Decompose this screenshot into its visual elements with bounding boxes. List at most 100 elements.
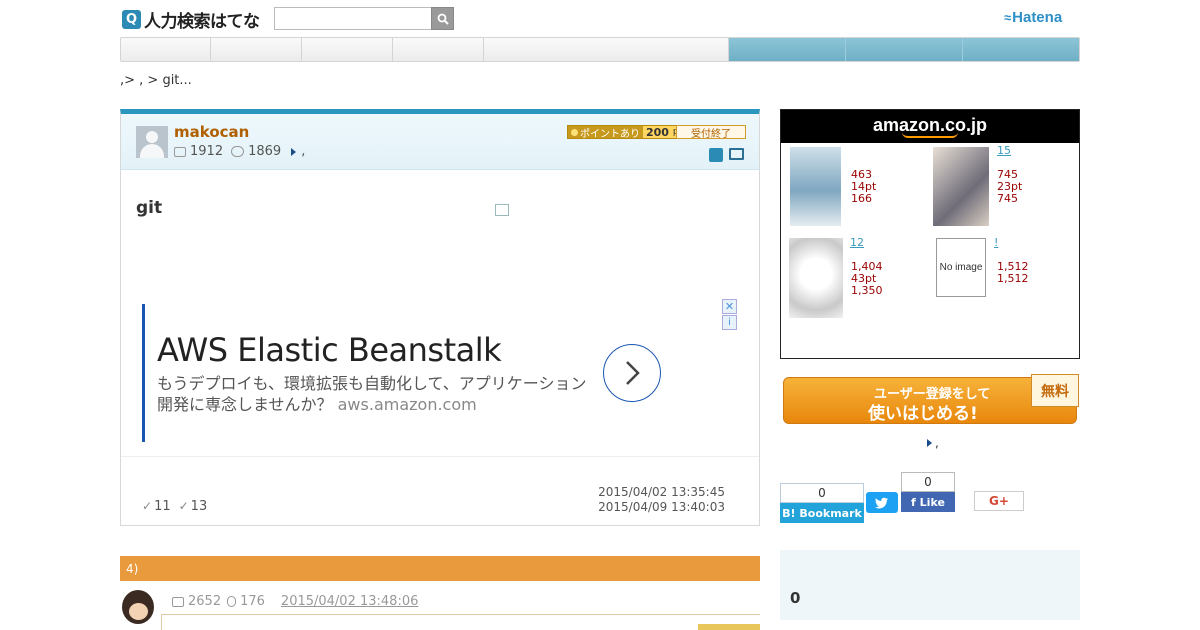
like-count: 0 bbox=[901, 472, 955, 492]
stat-answers: 1869 bbox=[248, 144, 282, 159]
answer-date[interactable]: 2015/04/02 13:48:06 bbox=[281, 594, 418, 609]
nav-tab-2[interactable] bbox=[211, 38, 302, 61]
speech-icon bbox=[174, 146, 186, 157]
hatena-bookmark-button[interactable]: 0 B! Bookmark bbox=[780, 483, 864, 523]
product-2-used: 745 bbox=[997, 192, 1018, 205]
answer-point-badge bbox=[698, 624, 760, 630]
answer-stat-a: 176 bbox=[240, 594, 265, 609]
hatena-brand-link[interactable]: ≈ Hatena bbox=[1004, 9, 1062, 26]
coin-icon bbox=[571, 128, 578, 136]
ad-headline[interactable]: AWS Elastic Beanstalk bbox=[157, 331, 502, 369]
point-value: 200 bbox=[646, 125, 669, 139]
side-panel-value: 0 bbox=[790, 589, 801, 607]
signup-button[interactable]: ユーザー登録をして 使いはじめる! 無料 bbox=[783, 374, 1079, 424]
answers-header: 4) bbox=[120, 556, 760, 581]
ad-body: もうデプロイも、環境拡張も自動化して、アプリケーション開発に専念しませんか？ a… bbox=[157, 373, 587, 415]
question-username[interactable]: makocan bbox=[174, 123, 249, 141]
answer-meta: 2652 176 2015/04/02 13:48:06 bbox=[172, 594, 418, 609]
like-label: f Like bbox=[901, 492, 955, 512]
product-2: 15 745 23pt 745 bbox=[994, 145, 1022, 205]
stat-questions: 1912 bbox=[190, 144, 224, 159]
check-icon: ✓ bbox=[142, 499, 153, 513]
user-stats: 1912 1869 , bbox=[174, 144, 305, 159]
product-4: ! 1,512 1,512 bbox=[994, 237, 1038, 285]
ribbon-icon bbox=[227, 596, 237, 607]
nav-tab-7[interactable] bbox=[846, 38, 963, 61]
closed-date: 2015/04/09 13:40:03 bbox=[598, 500, 725, 514]
report-icon[interactable] bbox=[495, 204, 509, 216]
nav-tab-5[interactable] bbox=[484, 38, 729, 61]
question-q-icon[interactable] bbox=[709, 148, 723, 162]
answer-avatar[interactable] bbox=[122, 590, 154, 624]
point-badge: ポイントあり 200 pt bbox=[567, 125, 687, 140]
signup-line2: 使いはじめる! bbox=[868, 404, 978, 424]
amazon-logo[interactable]: amazon.co.jp bbox=[781, 110, 1079, 143]
answer-box bbox=[161, 614, 760, 630]
nav-tab-6[interactable] bbox=[729, 38, 846, 61]
question-dates: 2015/04/02 13:35:45 2015/04/09 13:40:03 bbox=[598, 485, 725, 515]
free-badge: 無料 bbox=[1031, 374, 1079, 407]
product-1-used: 166 bbox=[851, 192, 872, 205]
amazon-smile-icon bbox=[902, 132, 958, 138]
divider bbox=[121, 456, 759, 457]
product-4-used: 1,512 bbox=[997, 272, 1029, 285]
question-counts: ✓ 11 ✓ 13 bbox=[142, 499, 207, 514]
count-a: 11 bbox=[154, 499, 171, 514]
product-3: 12 1,404 43pt 1,350 bbox=[848, 237, 883, 297]
bookmark-count: 0 bbox=[780, 483, 864, 503]
logo-text: 人力検索はてな bbox=[144, 11, 260, 32]
bookmark-label: B! Bookmark bbox=[780, 503, 864, 523]
question-header: makocan 1912 1869 , ポイントあり 200 pt 受付終了 bbox=[121, 114, 759, 170]
google-plus-button[interactable]: G+ bbox=[974, 491, 1024, 511]
nav-tab-8[interactable] bbox=[963, 38, 1079, 61]
product-4-link[interactable]: ! bbox=[994, 237, 1038, 249]
arrow-right-icon bbox=[927, 439, 932, 447]
check-icon: ✓ bbox=[178, 499, 189, 513]
product-image-4[interactable]: No image bbox=[936, 238, 986, 297]
side-panel: 0 bbox=[780, 550, 1080, 620]
search-button[interactable] bbox=[431, 7, 454, 30]
site-logo[interactable]: Q 人力検索はてな bbox=[122, 8, 260, 32]
speech-icon bbox=[172, 596, 184, 607]
search-input[interactable] bbox=[274, 7, 432, 30]
nav-tab-1[interactable] bbox=[121, 38, 211, 61]
nav-tab-3[interactable] bbox=[302, 38, 393, 61]
ad-arrow-button[interactable] bbox=[603, 344, 661, 402]
question-box: makocan 1912 1869 , ポイントあり 200 pt 受付終了 g… bbox=[120, 109, 760, 526]
product-1: 463 14pt 166 bbox=[851, 169, 876, 205]
product-2-link[interactable]: 15 bbox=[997, 145, 1022, 157]
product-3-used: 1,350 bbox=[851, 284, 883, 297]
question-title: git bbox=[136, 198, 163, 218]
product-3-link[interactable]: 12 bbox=[850, 237, 883, 249]
side-link-text: , bbox=[935, 436, 939, 450]
product-image-1[interactable] bbox=[790, 147, 841, 226]
ad-info-icon[interactable]: i bbox=[722, 315, 737, 330]
ad-close-icon[interactable]: ✕ bbox=[722, 299, 737, 314]
ad-url[interactable]: aws.amazon.com bbox=[338, 395, 477, 414]
product-image-2[interactable] bbox=[933, 147, 989, 226]
monitor-icon[interactable] bbox=[729, 148, 744, 160]
breadcrumb[interactable]: ,> , > git... bbox=[120, 73, 192, 88]
status-badge: 受付終了 bbox=[676, 125, 746, 140]
count-b: 13 bbox=[190, 499, 208, 514]
stat-tail[interactable]: , bbox=[301, 144, 305, 159]
arrow-right-icon bbox=[291, 147, 297, 156]
search-icon bbox=[437, 13, 449, 25]
twitter-icon bbox=[875, 497, 888, 508]
nav-tab-4[interactable] bbox=[393, 38, 484, 61]
avatar[interactable] bbox=[136, 126, 168, 158]
ad-banner[interactable]: AWS Elastic Beanstalk もうデプロイも、環境拡張も自動化して… bbox=[142, 304, 740, 442]
facebook-like-button[interactable]: 0 f Like bbox=[901, 472, 955, 512]
side-link[interactable]: , bbox=[927, 436, 939, 450]
product-image-3[interactable] bbox=[789, 238, 843, 318]
logo-q-icon: Q bbox=[122, 9, 141, 29]
tweet-button[interactable]: t bbox=[866, 492, 898, 513]
answer-stat-q: 2652 bbox=[188, 594, 222, 609]
hatena-mark-icon: ≈ bbox=[1004, 10, 1011, 25]
amazon-widget: amazon.co.jp 463 14pt 166 15 745 23pt 74… bbox=[780, 109, 1080, 359]
chevron-right-icon bbox=[626, 361, 640, 385]
ribbon-icon bbox=[231, 146, 245, 157]
hatena-brand-text: Hatena bbox=[1012, 9, 1063, 26]
point-label: ポイントあり bbox=[580, 128, 640, 140]
posted-date: 2015/04/02 13:35:45 bbox=[598, 485, 725, 499]
